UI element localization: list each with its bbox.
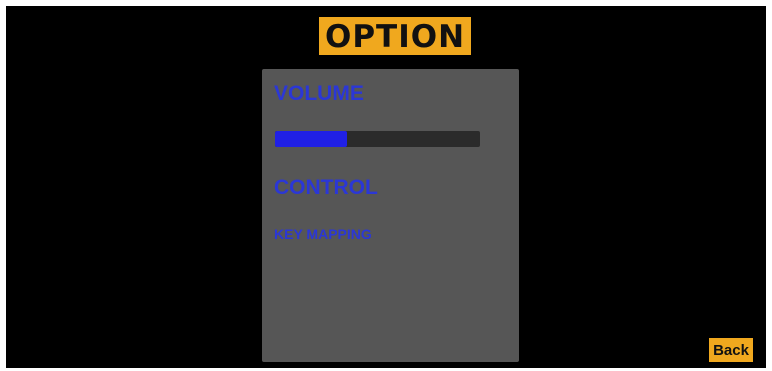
key-mapping-button[interactable]: KEY MAPPING xyxy=(274,226,372,242)
volume-slider[interactable] xyxy=(275,131,480,147)
screen-title: OPTION xyxy=(319,17,471,55)
options-screen: OPTION VOLUME CONTROL KEY MAPPING Back xyxy=(6,6,766,368)
volume-slider-fill xyxy=(275,131,347,147)
options-panel: VOLUME CONTROL KEY MAPPING xyxy=(262,69,519,362)
control-label: CONTROL xyxy=(274,176,378,199)
volume-label: VOLUME xyxy=(274,82,364,105)
back-button[interactable]: Back xyxy=(709,338,753,362)
